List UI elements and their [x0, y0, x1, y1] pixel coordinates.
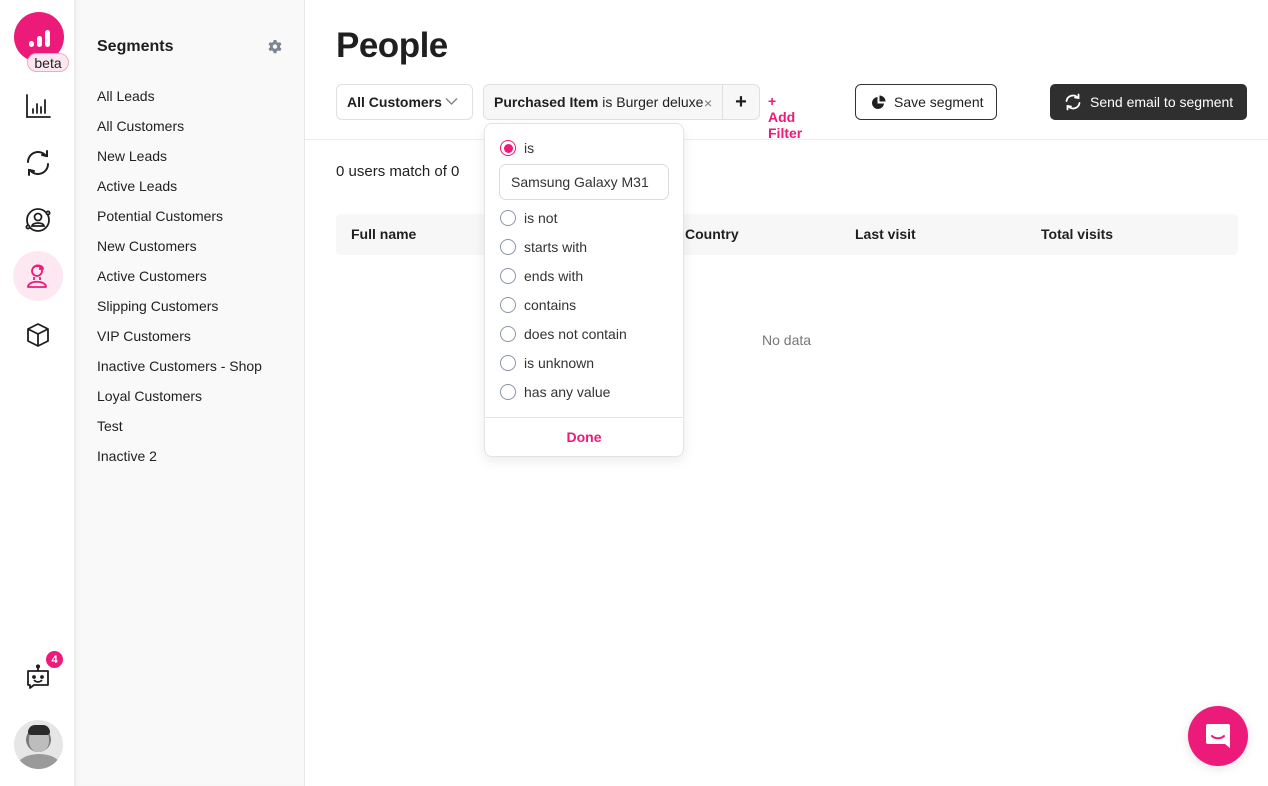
- operator-option-does-not-contain[interactable]: does not contain: [500, 324, 627, 344]
- rail-item-automation[interactable]: [13, 138, 63, 188]
- segment-item[interactable]: Potential Customers: [97, 206, 262, 236]
- segment-list: All Leads All Customers New Leads Active…: [97, 86, 262, 476]
- operator-option-is-not[interactable]: is not: [500, 208, 557, 228]
- radio-unchecked[interactable]: [500, 326, 516, 342]
- sync-icon: [27, 150, 49, 176]
- bar-chart-icon: [26, 94, 51, 118]
- column-header-country[interactable]: Country: [685, 226, 739, 242]
- column-header-full-name[interactable]: Full name: [351, 226, 416, 242]
- radio-checked[interactable]: [500, 140, 516, 156]
- filter-chip[interactable]: Purchased Item is Burger deluxe × +: [483, 84, 760, 120]
- segment-item[interactable]: Active Leads: [97, 176, 262, 206]
- operator-option-ends-with[interactable]: ends with: [500, 266, 583, 286]
- radio-unchecked[interactable]: [500, 268, 516, 284]
- main-content: People All Customers Purchased Item is B…: [305, 0, 1268, 786]
- segment-item[interactable]: Active Customers: [97, 266, 262, 296]
- operator-option-is-unknown[interactable]: is unknown: [500, 353, 594, 373]
- filter-value: Burger deluxe: [616, 94, 704, 110]
- rail-item-people[interactable]: [13, 251, 63, 301]
- logo-bar: [36, 36, 42, 47]
- radio-unchecked[interactable]: [500, 239, 516, 255]
- operator-option-starts-with[interactable]: starts with: [500, 237, 587, 257]
- chat-icon: [1206, 724, 1230, 748]
- operator-option-has-any-value[interactable]: has any value: [500, 382, 610, 402]
- rail-item-products[interactable]: [13, 310, 63, 360]
- page-title: People: [336, 26, 448, 65]
- person-icon: [27, 264, 47, 288]
- rail-item-contacts[interactable]: [13, 195, 63, 245]
- segment-item[interactable]: VIP Customers: [97, 326, 262, 356]
- segment-item[interactable]: Inactive 2: [97, 446, 262, 476]
- add-filter-button[interactable]: + Add Filter: [768, 93, 802, 141]
- operator-option-contains[interactable]: contains: [500, 295, 576, 315]
- segment-select[interactable]: All Customers: [336, 84, 473, 120]
- segment-item[interactable]: Test: [97, 416, 262, 446]
- segment-item[interactable]: New Leads: [97, 146, 262, 176]
- send-email-button[interactable]: Send email to segment: [1050, 84, 1247, 120]
- operator-option-label: contains: [524, 297, 577, 313]
- operator-option-label: does not contain: [524, 326, 627, 342]
- operator-option-label: is unknown: [524, 355, 595, 371]
- filter-field: Purchased Item: [494, 94, 599, 110]
- send-email-label: Send email to segment: [1090, 94, 1234, 110]
- beta-badge: beta: [27, 53, 69, 72]
- empty-state-text: No data: [762, 332, 812, 348]
- radio-unchecked[interactable]: [500, 384, 516, 400]
- operator-option-label: ends with: [524, 268, 584, 284]
- avatar-hair: [28, 725, 50, 735]
- add-condition-button[interactable]: +: [722, 84, 759, 120]
- logo-bar: [44, 30, 50, 47]
- operator-option-is[interactable]: is: [500, 138, 534, 158]
- segment-item[interactable]: All Customers: [97, 116, 262, 146]
- column-header-last-visit[interactable]: Last visit: [855, 226, 916, 242]
- user-circle-icon: [25, 208, 51, 232]
- save-segment-button[interactable]: Save segment: [855, 84, 997, 120]
- done-button[interactable]: Done: [485, 429, 683, 445]
- filter-value-input[interactable]: [499, 164, 669, 200]
- segment-item[interactable]: New Customers: [97, 236, 262, 266]
- rail-item-analytics[interactable]: [13, 81, 63, 131]
- radio-unchecked[interactable]: [500, 297, 516, 313]
- segments-title: Segments: [97, 38, 174, 55]
- chevron-down-icon: [445, 97, 458, 106]
- bot-notification-badge: 4: [46, 651, 63, 668]
- radio-unchecked[interactable]: [500, 210, 516, 226]
- popover-divider: [485, 417, 683, 418]
- segment-select-value: All Customers: [347, 94, 442, 110]
- segment-item[interactable]: Slipping Customers: [97, 296, 262, 326]
- segment-item[interactable]: All Leads: [97, 86, 262, 116]
- table-header: Full name Country Last visit Total visit…: [336, 214, 1238, 255]
- save-segment-label: Save segment: [894, 94, 984, 110]
- column-header-total-visits[interactable]: Total visits: [1041, 226, 1113, 242]
- segment-item[interactable]: Inactive Customers - Shop: [97, 356, 262, 386]
- match-count: 0 users match of 0: [336, 163, 460, 180]
- user-avatar[interactable]: [14, 720, 63, 769]
- filter-operator: is: [602, 94, 613, 110]
- gear-icon[interactable]: [267, 39, 283, 55]
- cube-icon: [27, 323, 49, 347]
- avatar-shoulder: [18, 754, 60, 769]
- remove-filter-icon[interactable]: ×: [704, 95, 712, 111]
- segments-panel: Segments All Leads All Customers New Lea…: [75, 0, 305, 786]
- sync-icon: [1065, 93, 1081, 111]
- segment-item[interactable]: Loyal Customers: [97, 386, 262, 416]
- filter-operator-popover: is is not starts with ends with contains…: [484, 123, 684, 457]
- radio-unchecked[interactable]: [500, 355, 516, 371]
- operator-option-label: is not: [524, 210, 558, 226]
- logo-bar: [28, 41, 34, 47]
- operator-option-label: has any value: [524, 384, 611, 400]
- chat-widget-button[interactable]: [1188, 706, 1248, 766]
- icon-rail: beta 4: [0, 0, 75, 786]
- operator-option-label: starts with: [524, 239, 588, 255]
- pie-chart-icon: [872, 95, 886, 109]
- header-divider: [305, 139, 1268, 140]
- chatbot-icon: [27, 664, 49, 689]
- operator-option-label: is: [524, 140, 535, 156]
